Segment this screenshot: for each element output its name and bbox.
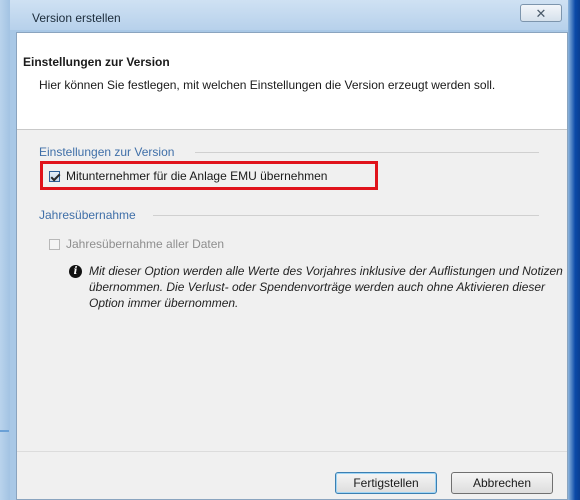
finish-button[interactable]: Fertigstellen: [335, 472, 437, 494]
group-divider-year: [153, 215, 539, 216]
header-panel: Einstellungen zur Version Hier können Si…: [17, 33, 567, 130]
checkbox-unchecked-icon[interactable]: [49, 238, 60, 250]
background-accent: [0, 430, 9, 432]
checkbox-checked-icon[interactable]: [49, 170, 60, 182]
header-description: Hier können Sie festlegen, mit welchen E…: [39, 78, 496, 92]
checkbox-jahresuebernahme-label[interactable]: Jahresübernahme aller Daten: [66, 237, 224, 251]
window-title: Version erstellen: [32, 11, 121, 25]
close-icon: ✕: [535, 5, 547, 21]
group-divider-version: [195, 152, 539, 153]
footer-divider: [17, 451, 567, 452]
title-bar[interactable]: Version erstellen ✕: [10, 0, 568, 30]
close-button[interactable]: ✕: [520, 4, 562, 22]
checkbox-jahresuebernahme[interactable]: Jahresübernahme aller Daten: [49, 237, 224, 251]
checkbox-mitunternehmer-label[interactable]: Mitunternehmer für die Anlage EMU überne…: [66, 169, 327, 183]
info-icon: i: [69, 265, 82, 278]
info-text: Mit dieser Option werden alle Werte des …: [89, 264, 563, 310]
dialog-body: Einstellungen zur Version Hier können Si…: [16, 32, 568, 500]
cancel-button[interactable]: Abbrechen: [451, 472, 553, 494]
checkbox-mitunternehmer[interactable]: Mitunternehmer für die Anlage EMU überne…: [49, 169, 327, 183]
group-label-year: Jahresübernahme: [39, 208, 136, 222]
window-border-right: [568, 0, 580, 500]
header-title: Einstellungen zur Version: [23, 55, 170, 69]
group-label-version: Einstellungen zur Version: [39, 145, 175, 159]
window-border-left: [0, 0, 10, 500]
